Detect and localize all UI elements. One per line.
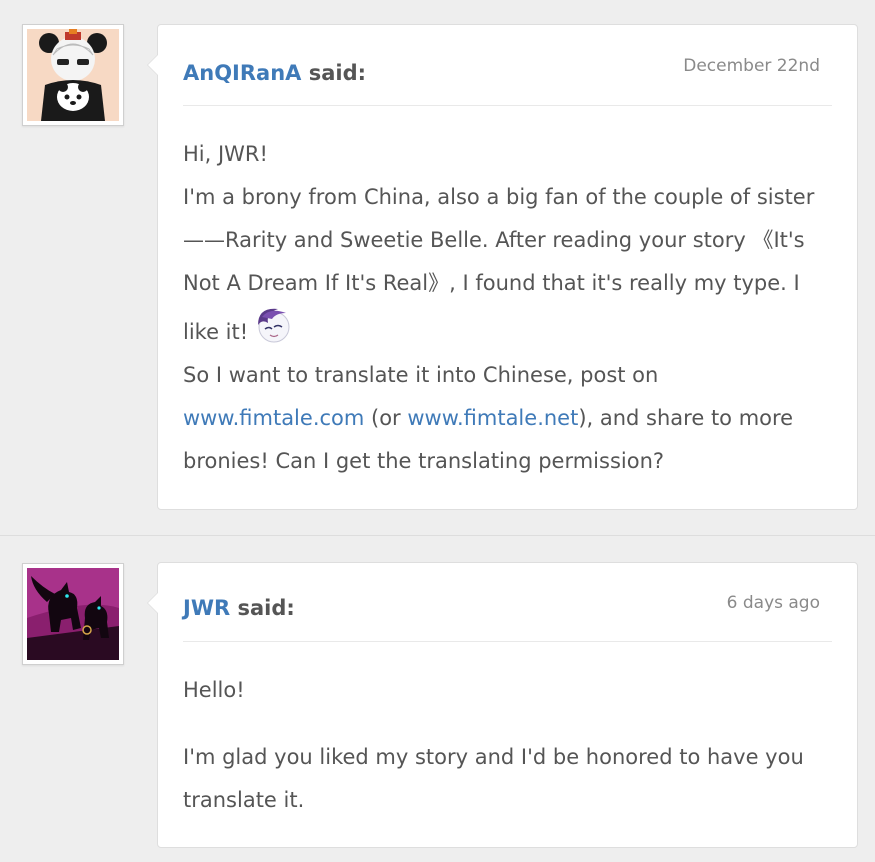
comment-text: So I want to translate it into Chinese, … (183, 363, 659, 387)
comment-paragraph: So I want to translate it into Chinese, … (183, 354, 837, 483)
timestamp[interactable]: 6 days ago (727, 593, 820, 613)
said-label: said: (301, 61, 367, 85)
author-line: AnQIRanA said: (183, 61, 366, 85)
avatar-image (27, 568, 119, 660)
rarity-emote-icon (258, 308, 290, 343)
comment: AnQIRanA said: December 22nd Hi, JWR! I'… (0, 0, 875, 535)
author-line: JWR said: (183, 596, 295, 620)
avatar[interactable] (22, 563, 124, 665)
comment-body: Hello! I'm glad you liked my story and I… (183, 669, 837, 822)
author-link[interactable]: JWR (183, 596, 230, 620)
fimtale-net-link[interactable]: www.fimtale.net (407, 406, 578, 430)
said-label: said: (230, 596, 295, 620)
comment-bubble: AnQIRanA said: December 22nd Hi, JWR! I'… (147, 24, 858, 510)
comment-bubble: JWR said: 6 days ago Hello! I'm glad you… (147, 562, 858, 848)
comment-text: (or (364, 406, 408, 430)
comment: JWR said: 6 days ago Hello! I'm glad you… (0, 536, 875, 862)
comment-line: Hi, JWR! (183, 142, 268, 166)
comment-header: AnQIRanA said: December 22nd (183, 25, 832, 106)
comment-header: JWR said: 6 days ago (183, 563, 832, 642)
fimtale-com-link[interactable]: www.fimtale.com (183, 406, 364, 430)
comment-paragraph: Hello! (183, 678, 245, 702)
comment-body: Hi, JWR! I'm a brony from China, also a … (183, 133, 837, 483)
avatar-image (27, 29, 119, 121)
author-link[interactable]: AnQIRanA (183, 61, 301, 85)
timestamp[interactable]: December 22nd (683, 56, 820, 76)
avatar[interactable] (22, 24, 124, 126)
comment-paragraph: I'm a brony from China, also a big fan o… (183, 176, 837, 354)
comment-paragraph: I'm glad you liked my story and I'd be h… (183, 745, 804, 812)
